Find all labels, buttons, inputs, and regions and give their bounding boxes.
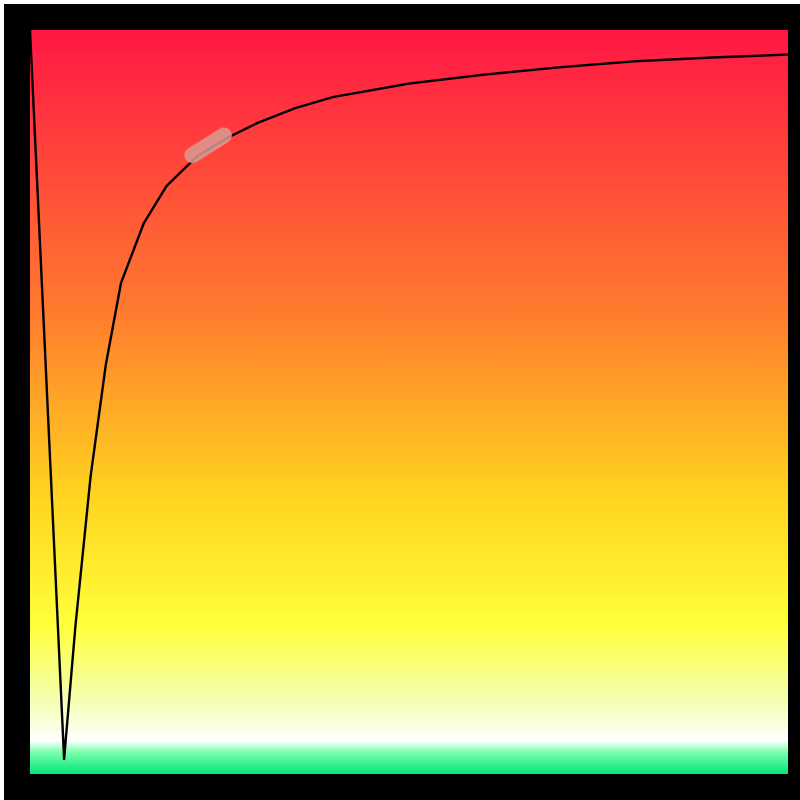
chart-svg — [0, 0, 800, 800]
chart-frame: TheBottleneck.com — [0, 0, 800, 800]
